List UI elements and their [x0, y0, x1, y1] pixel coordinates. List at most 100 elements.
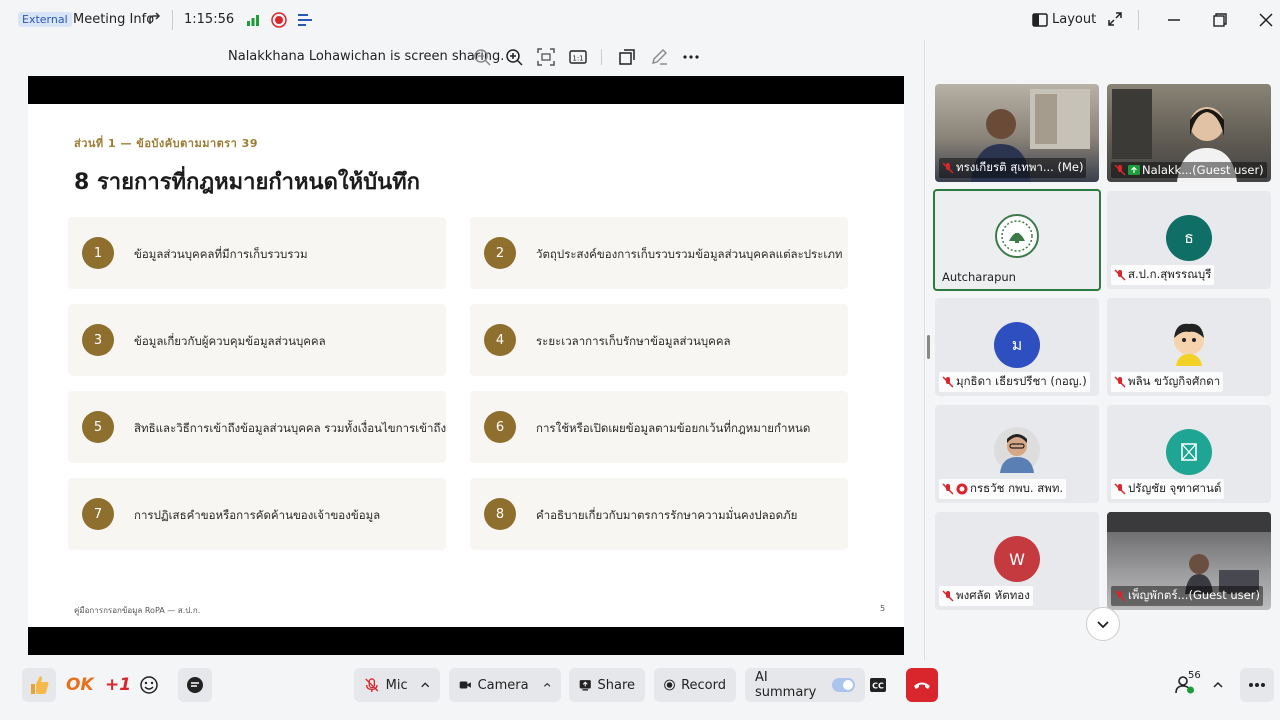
participant-tile[interactable]: W พงศลัด หัตทอง: [935, 512, 1099, 610]
emoji-reaction-button[interactable]: [132, 668, 166, 702]
participant-name: ส.ป.ก.สุพรรณบุรี: [1111, 265, 1215, 285]
participants-button[interactable]: 56: [1168, 668, 1202, 702]
requirement-number: 1: [82, 237, 114, 269]
transcript-icon[interactable]: [297, 13, 313, 27]
camera-button[interactable]: Camera: [449, 668, 561, 702]
muted-mic-icon: [1114, 483, 1126, 495]
share-link-icon[interactable]: [148, 12, 162, 26]
participant-name: พลิน ขวัญกิจศักดา: [1111, 372, 1224, 392]
requirement-number: 7: [82, 498, 114, 530]
mic-label: Mic: [385, 677, 408, 693]
slide-letterbox-top: [28, 76, 904, 104]
share-screen-icon: [579, 680, 591, 691]
leave-meeting-button[interactable]: [906, 668, 938, 702]
organization-logo-icon: [994, 213, 1040, 259]
muted-mic-icon: [942, 483, 954, 495]
ai-summary-toggle[interactable]: AI summary: [745, 668, 865, 702]
participants-menu-button[interactable]: [1204, 668, 1232, 702]
requirement-text: คำอธิบายเกี่ยวกับมาตรการรักษาความมั่นคงป…: [536, 508, 798, 522]
requirement-number: 4: [484, 324, 516, 356]
close-icon[interactable]: [1254, 8, 1278, 32]
emoji-icon: [140, 676, 158, 694]
participant-tile[interactable]: ทรงเกียรติ สุเทพา... (Me): [935, 84, 1099, 182]
requirement-card: 2 วัตถุประสงค์ของการเก็บรวบรวมข้อมูลส่วน…: [470, 217, 848, 289]
share-label: Share: [597, 677, 635, 693]
plus-one-reaction-button[interactable]: +1: [105, 675, 131, 695]
muted-mic-icon: [942, 376, 954, 388]
avatar: ธ: [1166, 215, 1212, 261]
signal-strength-icon[interactable]: [246, 13, 260, 27]
svg-text:1:1: 1:1: [572, 55, 583, 63]
muted-mic-icon: [942, 590, 954, 602]
zoom-out-icon[interactable]: [473, 48, 491, 66]
participant-name: ปรัญชัย จุฑาศานต์: [1111, 479, 1225, 499]
participant-name: กรธวัช กพบ. สพท.: [939, 479, 1067, 499]
thumbs-up-icon: [31, 676, 49, 694]
more-icon: [1249, 683, 1265, 687]
cartoon-avatar-icon: [1166, 320, 1212, 366]
avatar: W: [994, 536, 1040, 582]
meeting-timer: 1:15:56: [184, 12, 235, 27]
muted-mic-icon: [1114, 269, 1126, 281]
requirement-card: 8 คำอธิบายเกี่ยวกับมาตรการรักษาความมั่นค…: [470, 478, 848, 550]
layout-button[interactable]: Layout: [1052, 12, 1096, 27]
external-badge: External: [18, 12, 72, 27]
title-bar: External Meeting Info 1:15:56 Layout: [0, 0, 1280, 40]
chat-icon: [187, 677, 203, 693]
hourglass-icon: [1181, 443, 1197, 461]
participant-name: มุกธิดา เธียรปรีชา (กอญ.): [939, 372, 1090, 392]
mic-muted-icon: [365, 678, 379, 692]
chevron-down-icon: [1097, 621, 1109, 629]
requirement-card: 6 การใช้หรือเปิดเผยข้อมูลตามข้อยกเว้นที่…: [470, 391, 848, 463]
more-options-icon[interactable]: [682, 48, 700, 66]
ok-reaction-button[interactable]: OK: [66, 675, 94, 695]
screen-sharing-status: Nalakkhana Lohawichan is screen sharing.: [228, 49, 505, 64]
more-actions-button[interactable]: [1240, 668, 1274, 702]
participant-tile[interactable]: ธ ส.ป.ก.สุพรรณบุรี: [1107, 191, 1271, 289]
fullscreen-icon[interactable]: [1108, 12, 1122, 26]
participant-tile[interactable]: เพ็ญพักตร์...(Guest user): [1107, 512, 1271, 610]
annotate-icon[interactable]: [650, 48, 668, 66]
meeting-info-button[interactable]: Meeting Info: [73, 12, 154, 27]
participant-tile[interactable]: ปรัญชัย จุฑาศานต์: [1107, 405, 1271, 503]
minimize-icon[interactable]: [1162, 8, 1186, 32]
chevron-up-icon: [543, 682, 550, 687]
ai-summary-switch[interactable]: [831, 678, 855, 692]
thumbs-up-reaction-button[interactable]: [22, 668, 56, 702]
participant-tile[interactable]: กรธวัช กพบ. สพท.: [935, 405, 1099, 503]
zoom-in-icon[interactable]: [505, 48, 523, 66]
requirement-number: 5: [82, 411, 114, 443]
mic-button[interactable]: Mic: [354, 668, 440, 702]
pop-out-icon[interactable]: [618, 48, 636, 66]
requirement-text: สิทธิและวิธีการเข้าถึงข้อมูลส่วนบุคคล รว…: [134, 421, 447, 435]
participant-count: 56: [1188, 670, 1201, 681]
avatar: ม: [994, 322, 1040, 368]
layout-icon[interactable]: [1032, 12, 1048, 28]
camera-label: Camera: [477, 677, 529, 693]
participant-name: ทรงเกียรติ สุเทพา... (Me): [939, 158, 1087, 178]
participant-tile[interactable]: Nalakk...(Guest user): [1107, 84, 1271, 182]
restore-icon[interactable]: [1208, 8, 1232, 32]
fit-to-window-icon[interactable]: [537, 48, 555, 66]
panel-resize-handle[interactable]: [927, 335, 930, 359]
requirement-text: การใช้หรือเปิดเผยข้อมูลตามข้อยกเว้นที่กฎ…: [536, 421, 811, 435]
chat-button[interactable]: [178, 668, 212, 702]
share-screen-button[interactable]: Share: [569, 668, 645, 702]
requirement-number: 8: [484, 498, 516, 530]
participant-tile[interactable]: พลิน ขวัญกิจศักดา: [1107, 298, 1271, 396]
recording-indicator-icon[interactable]: [271, 12, 287, 28]
requirement-card: 3 ข้อมูลเกี่ยวกับผู้ควบคุมข้อมูลส่วนบุคค…: [68, 304, 446, 376]
record-button[interactable]: Record: [654, 668, 736, 702]
hang-up-icon: [914, 682, 930, 689]
captions-button[interactable]: CC: [861, 668, 895, 702]
requirement-number: 3: [82, 324, 114, 356]
chevron-up-icon: [1213, 681, 1223, 688]
scroll-participants-down-button[interactable]: [1086, 607, 1120, 641]
participant-tile-active-speaker[interactable]: Autcharapun: [933, 189, 1101, 291]
shared-slide: ส่วนที่ 1 — ข้อบังคับตามมาตรา 39 8 รายกา…: [28, 104, 904, 627]
actual-size-icon[interactable]: 1:1: [569, 48, 587, 66]
participant-tile[interactable]: ม มุกธิดา เธียรปรีชา (กอญ.): [935, 298, 1099, 396]
avatar: [1166, 429, 1212, 475]
muted-mic-icon: [1114, 164, 1126, 176]
muted-mic-icon: [942, 162, 954, 174]
